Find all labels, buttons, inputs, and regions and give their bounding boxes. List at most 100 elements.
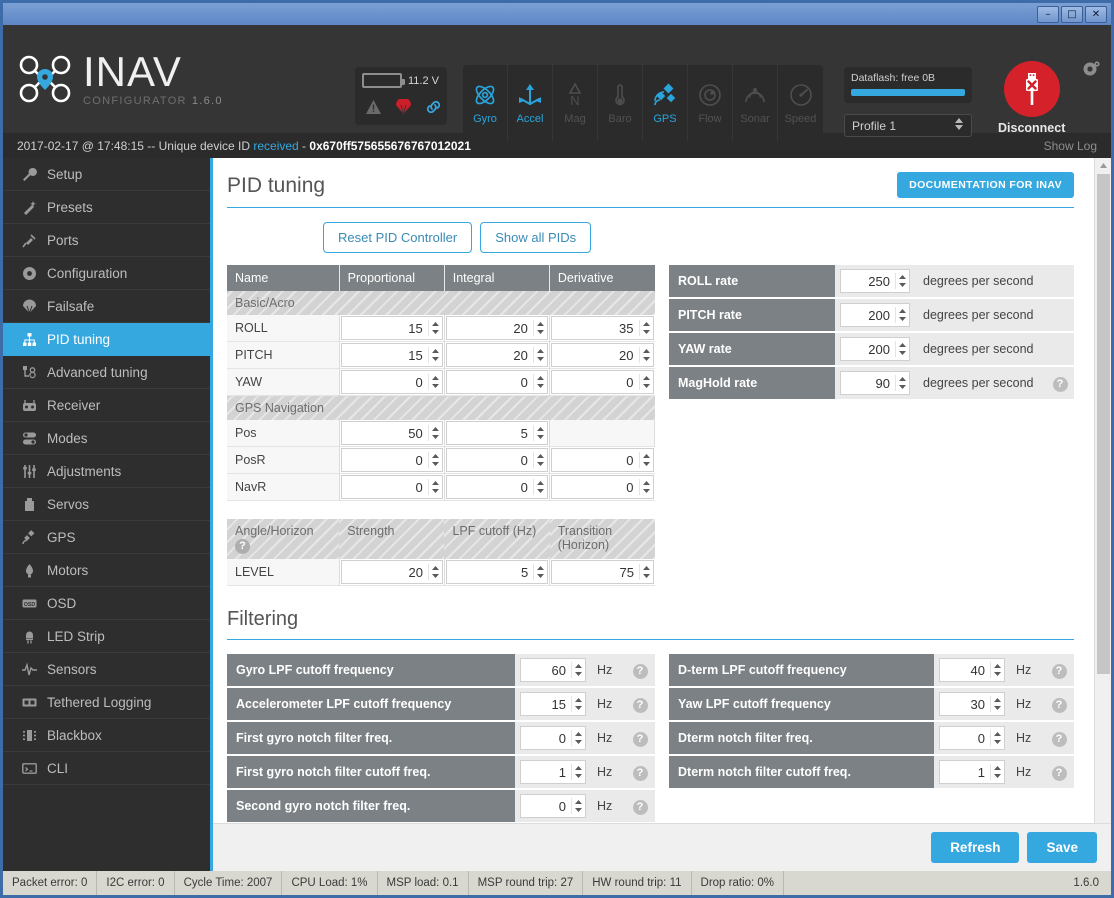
settings-gear-icon[interactable] [1081, 59, 1101, 84]
dterm-notch-input[interactable]: 0 [939, 726, 1005, 750]
level-lpf-input[interactable]: 5 [445, 560, 549, 584]
sidebar-item-gps[interactable]: GPS [3, 521, 210, 554]
spinner-arrows-icon[interactable] [532, 347, 545, 363]
help-icon[interactable]: ? [1051, 664, 1067, 679]
sidebar-item-osd[interactable]: OSD OSD [3, 587, 210, 620]
spinner-arrows-icon[interactable] [895, 273, 907, 289]
sidebar-item-adjustments[interactable]: Adjustments [3, 455, 210, 488]
reset-pid-controller-button[interactable]: Reset PID Controller [323, 222, 473, 253]
spinner-arrows-icon[interactable] [532, 374, 545, 390]
save-button[interactable]: Save [1027, 832, 1097, 863]
spinner-arrows-icon[interactable] [895, 341, 907, 357]
sidebar-item-cli[interactable]: CLI [3, 752, 210, 785]
spinner-arrows-icon[interactable] [427, 320, 440, 336]
accel-lpf-input[interactable]: 15 [520, 692, 586, 716]
spinner-arrows-icon[interactable] [638, 320, 651, 336]
spinner-arrows-icon[interactable] [532, 425, 545, 441]
help-icon[interactable]: ? [632, 766, 648, 781]
sidebar-item-modes[interactable]: Modes [3, 422, 210, 455]
pid-roll-d-input[interactable]: 35 [550, 316, 654, 340]
sidebar-item-led-strip[interactable]: LED Strip [3, 620, 210, 653]
sidebar-item-sensors[interactable]: Sensors [3, 653, 210, 686]
spinner-arrows-icon[interactable] [895, 375, 907, 391]
pid-pitch-d-input[interactable]: 20 [550, 343, 654, 367]
pid-navr-p-input[interactable]: 0 [340, 475, 443, 499]
help-icon[interactable]: ? [1051, 698, 1067, 713]
pid-pitch-i-input[interactable]: 20 [445, 343, 548, 367]
roll-rate-input[interactable]: 250 [840, 269, 910, 293]
pid-yaw-d-input[interactable]: 0 [550, 370, 654, 394]
spinner-arrows-icon[interactable] [638, 479, 651, 495]
sidebar-item-servos[interactable]: Servos [3, 488, 210, 521]
spinner-arrows-icon[interactable] [532, 479, 545, 495]
help-icon[interactable]: ? [632, 800, 648, 815]
pid-roll-i-input[interactable]: 20 [445, 316, 548, 340]
pitch-rate-input[interactable]: 200 [840, 303, 910, 327]
sidebar-item-advanced-tuning[interactable]: Advanced tuning [3, 356, 210, 389]
sidebar-item-setup[interactable]: Setup [3, 158, 210, 191]
disconnect-button[interactable]: Disconnect [998, 61, 1065, 135]
refresh-button[interactable]: Refresh [931, 832, 1020, 863]
help-icon[interactable]: ? [1052, 377, 1068, 392]
documentation-button[interactable]: DOCUMENTATION FOR INAV [897, 172, 1074, 198]
pid-navr-d-input[interactable]: 0 [550, 475, 654, 499]
sidebar-item-presets[interactable]: Presets [3, 191, 210, 224]
spinner-arrows-icon[interactable] [895, 307, 907, 323]
maghold-rate-input[interactable]: 90 [840, 371, 910, 395]
profile-select[interactable]: Profile 1 [844, 114, 972, 137]
sidebar-item-ports[interactable]: Ports [3, 224, 210, 257]
pid-navr-i-input[interactable]: 0 [445, 475, 548, 499]
spinner-arrows-icon[interactable] [532, 452, 545, 468]
pid-roll-p-input[interactable]: 15 [340, 316, 443, 340]
spinner-arrows-icon[interactable] [427, 374, 440, 390]
spinner-arrows-icon[interactable] [427, 479, 440, 495]
pid-pos-p-input[interactable]: 50 [340, 421, 443, 445]
scroll-up-arrow-icon[interactable] [1095, 158, 1111, 173]
pid-posr-d-input[interactable]: 0 [550, 448, 654, 472]
minimize-button[interactable]: – [1037, 5, 1059, 23]
help-icon[interactable]: ? [235, 539, 250, 554]
pid-posr-i-input[interactable]: 0 [445, 448, 548, 472]
first-gyro-notch-input[interactable]: 0 [520, 726, 586, 750]
pid-pitch-p-input[interactable]: 15 [340, 343, 443, 367]
show-log-button[interactable]: Show Log [1044, 139, 1097, 153]
yaw-rate-input[interactable]: 200 [840, 337, 910, 361]
sidebar-item-configuration[interactable]: Configuration [3, 257, 210, 290]
level-transition-input[interactable]: 75 [551, 560, 654, 584]
sidebar-item-pid-tuning[interactable]: PID tuning [3, 323, 210, 356]
spinner-arrows-icon[interactable] [638, 347, 651, 363]
help-icon[interactable]: ? [632, 698, 648, 713]
spinner-arrows-icon[interactable] [427, 564, 440, 580]
help-icon[interactable]: ? [632, 664, 648, 679]
sidebar-item-receiver[interactable]: Receiver [3, 389, 210, 422]
yaw-lpf-input[interactable]: 30 [939, 692, 1005, 716]
help-icon[interactable]: ? [632, 732, 648, 747]
spinner-arrows-icon[interactable] [571, 730, 583, 746]
spinner-arrows-icon[interactable] [638, 374, 651, 390]
pid-pos-i-input[interactable]: 5 [445, 421, 548, 445]
spinner-arrows-icon[interactable] [638, 452, 651, 468]
show-all-pids-button[interactable]: Show all PIDs [480, 222, 592, 253]
spinner-arrows-icon[interactable] [639, 564, 651, 580]
pid-yaw-i-input[interactable]: 0 [445, 370, 548, 394]
spinner-arrows-icon[interactable] [427, 452, 440, 468]
dterm-notch-cutoff-input[interactable]: 1 [939, 760, 1005, 784]
content-scrollbar[interactable] [1094, 158, 1111, 823]
pid-posr-p-input[interactable]: 0 [340, 448, 443, 472]
spinner-arrows-icon[interactable] [990, 764, 1002, 780]
scrollbar-thumb[interactable] [1097, 174, 1110, 674]
gyro-lpf-input[interactable]: 60 [520, 658, 586, 682]
sidebar-item-tethered-logging[interactable]: Tethered Logging [3, 686, 210, 719]
spinner-arrows-icon[interactable] [532, 320, 545, 336]
help-icon[interactable]: ? [1051, 732, 1067, 747]
spinner-arrows-icon[interactable] [427, 425, 440, 441]
sidebar-item-motors[interactable]: Motors [3, 554, 210, 587]
level-strength-input[interactable]: 20 [340, 560, 443, 584]
dterm-lpf-input[interactable]: 40 [939, 658, 1005, 682]
spinner-arrows-icon[interactable] [533, 564, 545, 580]
maximize-button[interactable]: □ [1061, 5, 1083, 23]
sidebar-item-blackbox[interactable]: Blackbox [3, 719, 210, 752]
sidebar-item-failsafe[interactable]: Failsafe [3, 290, 210, 323]
help-icon[interactable]: ? [1051, 766, 1067, 781]
spinner-arrows-icon[interactable] [990, 662, 1002, 678]
